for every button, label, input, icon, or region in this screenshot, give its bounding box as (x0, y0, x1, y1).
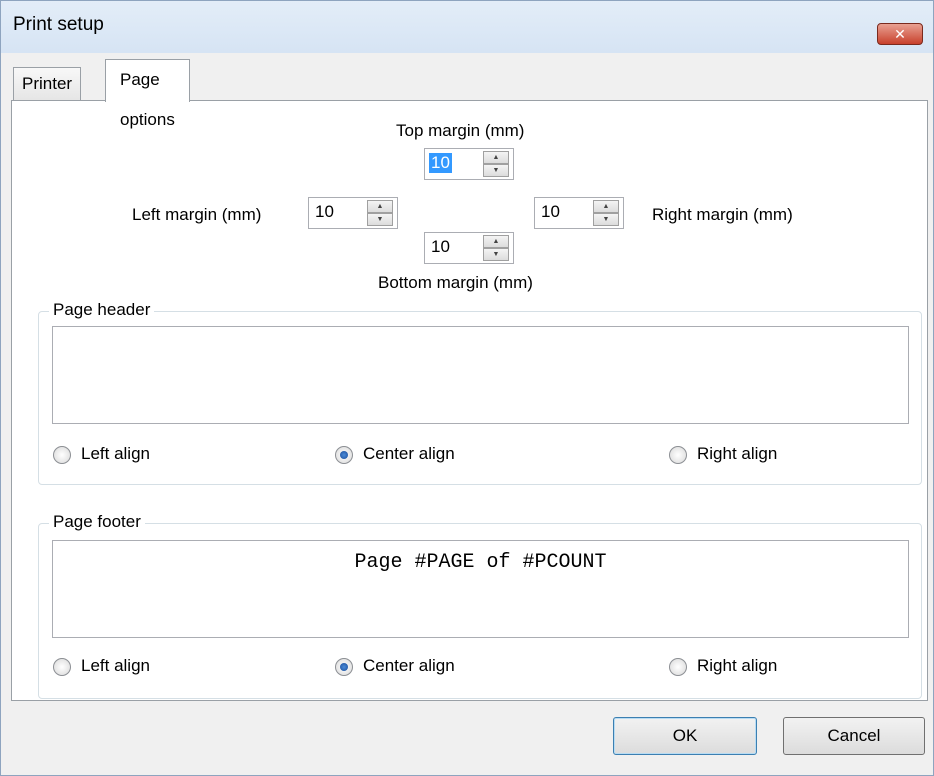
spin-up-icon[interactable]: ▲ (483, 235, 509, 248)
page-footer-title: Page footer (49, 512, 145, 532)
cancel-button[interactable]: Cancel (783, 717, 925, 755)
spin-up-icon[interactable]: ▲ (367, 200, 393, 213)
right-margin-spinner[interactable]: 10 ▲ ▼ (534, 197, 624, 229)
spin-down-icon[interactable]: ▼ (367, 213, 393, 226)
footer-right-align-radio[interactable] (669, 658, 687, 676)
left-margin-label: Left margin (mm) (132, 205, 262, 224)
footer-left-align-label[interactable]: Left align (81, 656, 150, 676)
header-center-align-radio[interactable] (335, 446, 353, 464)
footer-right-align-label[interactable]: Right align (697, 656, 777, 676)
top-margin-label: Top margin (mm) (396, 121, 525, 140)
radio-selected-dot (340, 663, 348, 671)
page-options-panel: Top margin (mm) 10 ▲ ▼ Left margin (mm) … (11, 100, 928, 701)
title-bar[interactable]: Print setup ✕ (1, 1, 933, 53)
footer-center-align-label[interactable]: Center align (363, 656, 455, 676)
spin-up-icon[interactable]: ▲ (483, 151, 509, 164)
tab-printer[interactable]: Printer (13, 67, 82, 101)
close-icon[interactable]: ✕ (877, 23, 923, 45)
page-header-title: Page header (49, 300, 155, 320)
left-margin-value[interactable]: 10 (315, 202, 334, 222)
page-header-textbox[interactable] (52, 326, 909, 424)
spin-down-icon[interactable]: ▼ (593, 213, 619, 226)
right-margin-label: Right margin (mm) (652, 205, 793, 224)
bottom-margin-value[interactable]: 10 (431, 237, 450, 257)
right-margin-value[interactable]: 10 (541, 202, 560, 222)
header-right-align-radio[interactable] (669, 446, 687, 464)
ok-button[interactable]: OK (613, 717, 757, 755)
page-footer-group: Page footer Page #PAGE of #PCOUNT Left a… (38, 512, 922, 699)
bottom-margin-label: Bottom margin (mm) (378, 273, 533, 292)
left-margin-spinner[interactable]: 10 ▲ ▼ (308, 197, 398, 229)
header-right-align-label[interactable]: Right align (697, 444, 777, 464)
page-footer-textbox[interactable]: Page #PAGE of #PCOUNT (52, 540, 909, 638)
top-margin-spinner[interactable]: 10 ▲ ▼ (424, 148, 514, 180)
footer-center-align-radio[interactable] (335, 658, 353, 676)
bottom-margin-spinner[interactable]: 10 ▲ ▼ (424, 232, 514, 264)
header-center-align-label[interactable]: Center align (363, 444, 455, 464)
spin-down-icon[interactable]: ▼ (483, 248, 509, 261)
page-header-group: Page header Left align Center align Righ… (38, 300, 922, 485)
tab-page-options[interactable]: Page options (105, 59, 190, 129)
window-title: Print setup (13, 14, 104, 35)
page-footer-text[interactable]: Page #PAGE of #PCOUNT (53, 551, 908, 574)
radio-selected-dot (340, 451, 348, 459)
print-setup-dialog: Print setup ✕ Printer Page options Top m… (0, 0, 934, 776)
header-left-align-label[interactable]: Left align (81, 444, 150, 464)
header-left-align-radio[interactable] (53, 446, 71, 464)
spin-down-icon[interactable]: ▼ (483, 164, 509, 177)
spin-up-icon[interactable]: ▲ (593, 200, 619, 213)
footer-left-align-radio[interactable] (53, 658, 71, 676)
top-margin-value[interactable]: 10 (429, 153, 452, 173)
